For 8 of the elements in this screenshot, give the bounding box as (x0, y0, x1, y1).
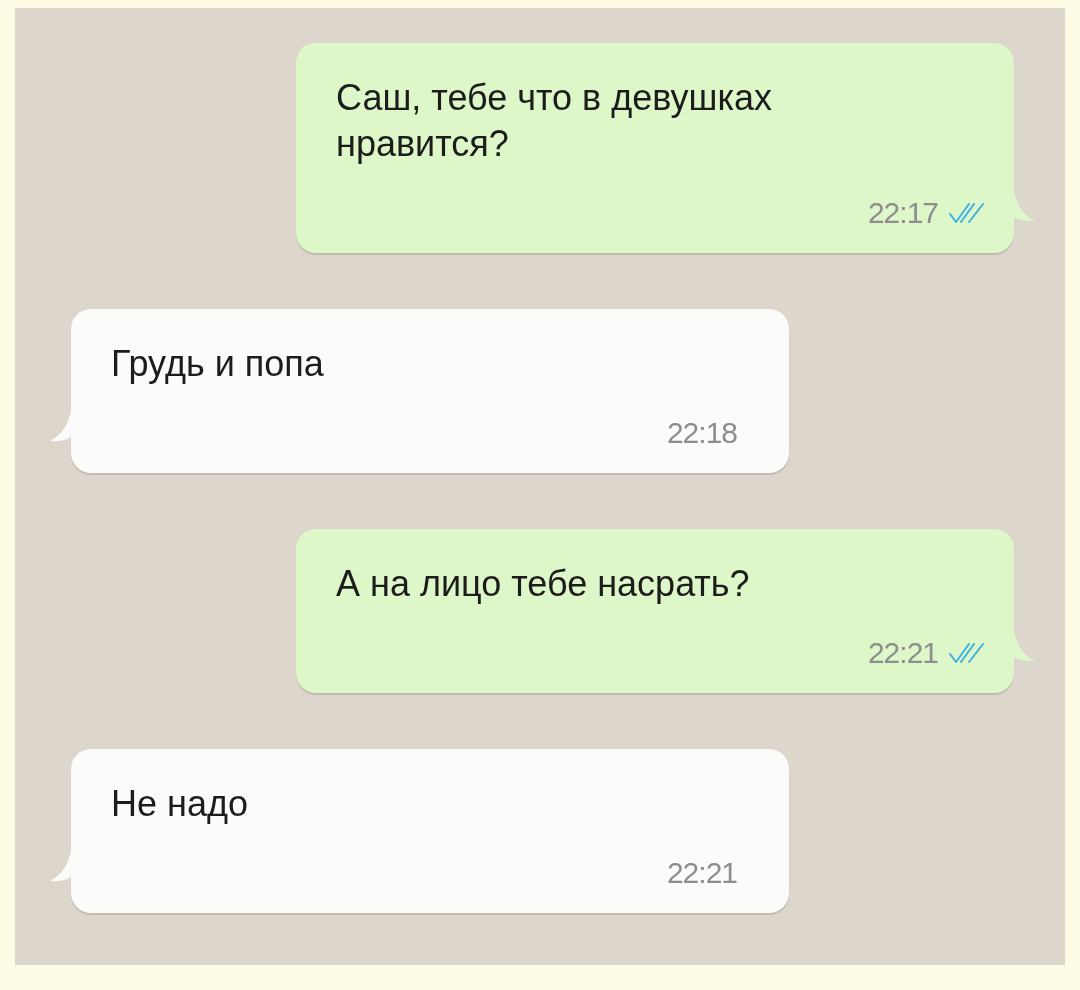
message-text: А на лицо тебе насрать? (336, 562, 751, 606)
message-text: Грудь и попа (111, 342, 325, 386)
message-time: 22:21 (666, 857, 737, 889)
message-time: 22:18 (666, 417, 737, 449)
message-time: 22:21 (867, 637, 938, 669)
message-text: Саш, тебе что в девушках нравится? (336, 76, 774, 166)
message-time: 22:17 (867, 197, 938, 229)
message-text: Не надо (111, 782, 249, 826)
